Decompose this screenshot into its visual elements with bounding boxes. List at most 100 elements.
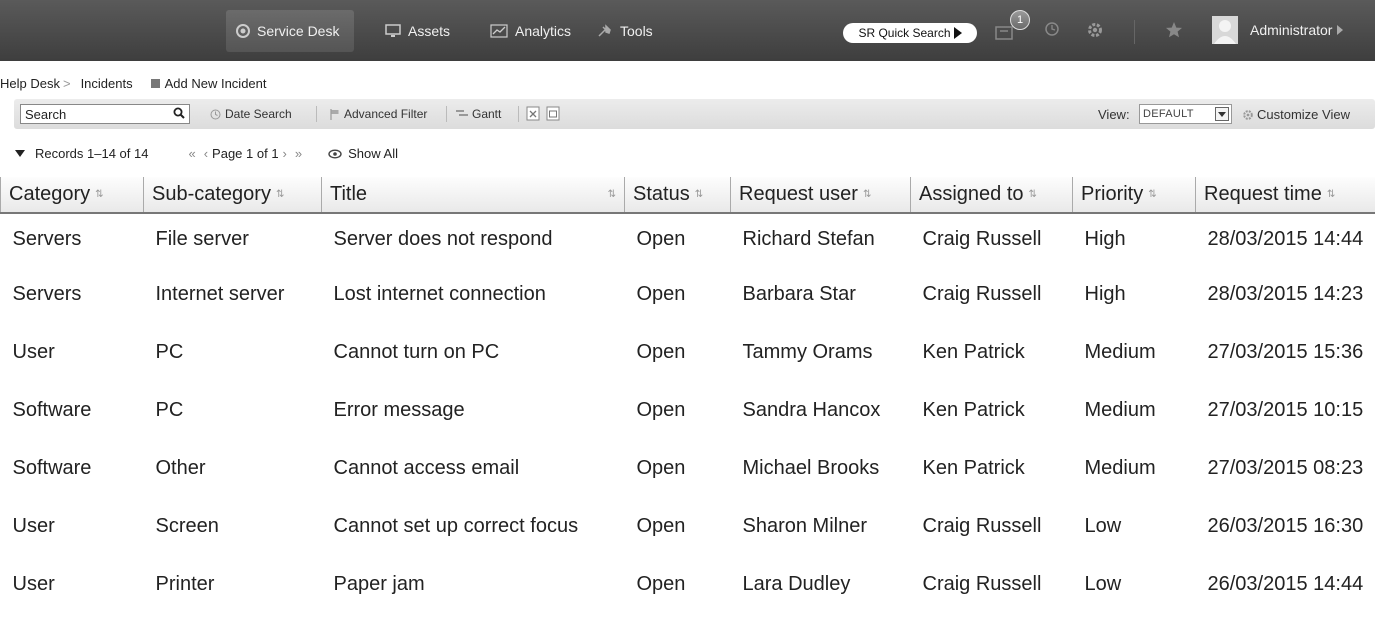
sort-icon[interactable]: ⇅ [695, 189, 703, 200]
add-new-incident-button[interactable]: Add New Incident [150, 76, 267, 91]
sr-quick-search-button[interactable]: SR Quick Search [843, 23, 977, 43]
sort-icon[interactable]: ⇅ [1327, 189, 1335, 200]
cell-status: Open [636, 283, 686, 305]
gear-icon[interactable] [1086, 21, 1104, 39]
date-search-button[interactable]: Date Search [210, 107, 292, 121]
show-all-label: Show All [348, 146, 398, 161]
export-pdf-icon[interactable] [546, 106, 560, 121]
gantt-icon [456, 109, 468, 119]
cell-request-time: 28/03/2015 14:23 [1207, 283, 1364, 305]
cell-status: Open [636, 228, 686, 250]
table-row[interactable]: Servers Internet server Lost internet co… [1, 281, 1375, 339]
cell-status: Open [636, 515, 686, 537]
date-search-label: Date Search [225, 107, 292, 121]
column-header-label: Assigned to [919, 183, 1024, 205]
sort-icon[interactable]: ⇅ [276, 189, 284, 200]
column-header-label: Request user [739, 183, 858, 205]
table-row[interactable]: Software Other Cannot access email Open … [1, 455, 1375, 513]
sort-icon[interactable]: ⇅ [95, 189, 103, 200]
column-header-category[interactable]: Category ⇅ [0, 177, 144, 214]
nav-assets-label: Assets [408, 23, 451, 39]
table-row[interactable]: User PC Cannot turn on PC Open Tammy Ora… [1, 339, 1375, 397]
records-range: Records 1–14 of 14 [35, 146, 149, 161]
column-header-assigned-to[interactable]: Assigned to ⇅ [910, 177, 1073, 214]
user-menu[interactable]: Administrator [1250, 22, 1344, 38]
column-header-request-time[interactable]: Request time ⇅ [1195, 177, 1375, 214]
cell-request-time: 27/03/2015 10:15 [1207, 399, 1364, 421]
last-page-icon[interactable]: » [295, 146, 302, 161]
cell-title: Cannot access email [333, 457, 520, 479]
customize-view-button[interactable]: Customize View [1242, 107, 1350, 122]
cell-request-user: Tammy Orams [742, 341, 873, 363]
show-all-button[interactable]: Show All [328, 146, 398, 161]
cell-assigned-to: Craig Russell [922, 515, 1042, 537]
prev-page-icon[interactable]: ‹ [204, 146, 208, 161]
toolbar-divider [446, 106, 447, 122]
nav-analytics-label: Analytics [515, 23, 572, 39]
cell-sub-category: PC [155, 341, 184, 363]
column-header-title[interactable]: Title ⇅ [321, 177, 625, 214]
table-row[interactable]: User Printer Paper jam Open Lara Dudley … [1, 571, 1375, 620]
cell-category: Servers [12, 283, 82, 305]
breadcrumb-help-desk[interactable]: Help Desk [0, 76, 60, 91]
search-icon[interactable] [173, 107, 185, 122]
nav-assets[interactable]: Assets [375, 10, 460, 52]
collapse-triangle-icon[interactable] [15, 150, 25, 157]
eye-icon [328, 149, 342, 159]
cell-assigned-to: Craig Russell [922, 283, 1042, 305]
top-nav-bar: Service Desk Assets Analytics Tools SR Q… [0, 0, 1375, 61]
search-input[interactable]: Search [20, 104, 190, 124]
cell-category: User [12, 573, 55, 595]
tools-icon [597, 24, 613, 38]
cell-priority: High [1084, 228, 1126, 250]
gantt-label: Gantt [472, 107, 502, 121]
export-excel-icon[interactable] [526, 106, 540, 121]
column-header-request-user[interactable]: Request user ⇅ [730, 177, 911, 214]
cell-category: Software [12, 399, 92, 421]
cell-request-user: Barbara Star [742, 283, 856, 305]
column-header-label: Status [633, 183, 690, 205]
nav-service-desk[interactable]: Service Desk [226, 10, 354, 52]
breadcrumb-incidents[interactable]: Incidents [81, 76, 133, 91]
cell-priority: Medium [1084, 457, 1156, 479]
avatar[interactable] [1212, 16, 1238, 44]
sort-icon[interactable]: ⇅ [1148, 189, 1156, 200]
cell-request-user: Richard Stefan [742, 228, 875, 250]
star-icon[interactable] [1165, 21, 1183, 39]
table-row[interactable]: Servers File server Server does not resp… [1, 213, 1375, 281]
clock-icon[interactable] [1044, 21, 1060, 37]
cell-status: Open [636, 399, 686, 421]
column-header-priority[interactable]: Priority ⇅ [1072, 177, 1196, 214]
cell-request-user: Lara Dudley [742, 573, 851, 595]
sort-icon[interactable]: ⇅ [863, 189, 871, 200]
cell-request-time: 27/03/2015 08:23 [1207, 457, 1364, 479]
table-row[interactable]: Software PC Error message Open Sandra Ha… [1, 397, 1375, 455]
column-header-label: Priority [1081, 183, 1144, 205]
cell-request-time: 26/03/2015 14:44 [1207, 573, 1364, 595]
column-header-sub-category[interactable]: Sub-category ⇅ [143, 177, 322, 214]
chevron-down-icon[interactable] [1215, 107, 1229, 121]
gantt-button[interactable]: Gantt [456, 107, 501, 121]
toolbar-divider [518, 106, 519, 122]
service-desk-icon [236, 24, 250, 38]
column-header-status[interactable]: Status ⇅ [624, 177, 731, 214]
sr-quick-search-label: SR Quick Search [858, 26, 951, 40]
cell-category: User [12, 341, 55, 363]
search-input-value: Search [25, 106, 67, 122]
nav-divider [1134, 20, 1135, 44]
advanced-filter-button[interactable]: Advanced Filter [330, 107, 427, 121]
cell-request-time: 26/03/2015 16:30 [1207, 515, 1364, 537]
flag-icon [330, 108, 340, 120]
cell-sub-category: Printer [155, 573, 215, 595]
cell-request-user: Sharon Milner [742, 515, 868, 537]
cell-sub-category: File server [155, 228, 249, 250]
view-select[interactable]: DEFAULT [1139, 104, 1232, 124]
nav-analytics[interactable]: Analytics [480, 10, 581, 52]
nav-tools[interactable]: Tools [587, 10, 663, 52]
table-header-row: Category ⇅ Sub-category ⇅ Title ⇅ Status ⇅ R… [0, 177, 1375, 214]
sort-icon[interactable]: ⇅ [608, 189, 616, 200]
sort-icon[interactable]: ⇅ [1029, 189, 1037, 200]
first-page-icon[interactable]: « [188, 146, 195, 161]
next-page-icon[interactable]: › [283, 146, 287, 161]
table-row[interactable]: User Screen Cannot set up correct focus … [1, 513, 1375, 571]
